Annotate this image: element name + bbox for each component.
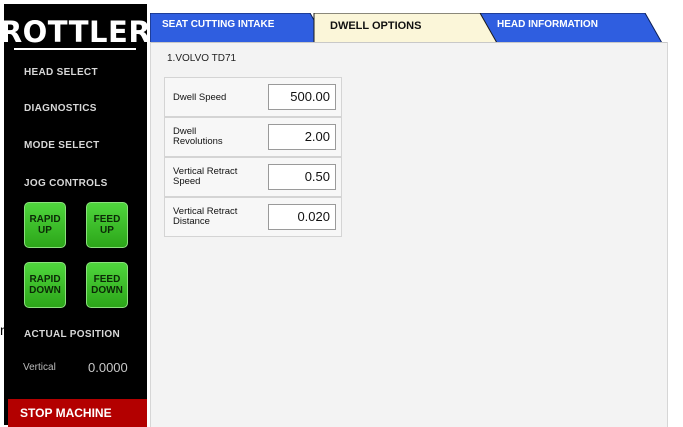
stop-machine-button[interactable]: STOP MACHINE [8, 399, 147, 427]
feed-down-label: FEED DOWN [91, 274, 123, 296]
param-label: Dwell Revolutions [173, 126, 223, 147]
rottler-logo: ROTTLER [0, 14, 151, 50]
vertical-position-value: 0.0000 [88, 360, 128, 375]
app-window: m ROTTLER HEAD SELECT DIAGNOSTICS MODE S… [0, 0, 683, 427]
feed-up-button[interactable]: FEED UP [86, 202, 128, 248]
param-label: Vertical Retract Speed [173, 166, 238, 187]
param-label: Dwell Speed [173, 92, 227, 103]
vertical-retract-speed-input[interactable]: 0.50 [268, 164, 336, 190]
rapid-up-label: RAPID UP [29, 214, 61, 236]
head-model-title: 1.VOLVO TD71 [167, 53, 237, 64]
dwell-revolutions-input[interactable]: 2.00 [268, 124, 336, 150]
param-row-vertical-retract-speed: Vertical Retract Speed 0.50 [164, 157, 342, 197]
tab-head-information[interactable]: HEAD INFORMATION [497, 19, 598, 30]
actual-position-heading: ACTUAL POSITION [24, 329, 120, 340]
vertical-retract-distance-input[interactable]: 0.020 [268, 204, 336, 230]
tab-bar: SEAT CUTTING INTAKE DWELL OPTIONS HEAD I… [150, 13, 683, 43]
param-row-dwell-speed: Dwell Speed 500.00 [164, 77, 342, 117]
head-select-button[interactable]: HEAD SELECT [24, 67, 98, 78]
tab-seat-cutting-intake[interactable]: SEAT CUTTING INTAKE [162, 19, 274, 30]
sidebar: ROTTLER HEAD SELECT DIAGNOSTICS MODE SEL… [0, 4, 151, 425]
dwell-speed-input[interactable]: 500.00 [268, 84, 336, 110]
jog-controls-heading: JOG CONTROLS [24, 178, 108, 189]
tab-dwell-options[interactable]: DWELL OPTIONS [330, 20, 421, 32]
feed-down-button[interactable]: FEED DOWN [86, 262, 128, 308]
param-row-dwell-revolutions: Dwell Revolutions 2.00 [164, 117, 342, 157]
diagnostics-button[interactable]: DIAGNOSTICS [24, 103, 97, 114]
stop-machine-label: STOP MACHINE [20, 406, 112, 420]
rapid-down-button[interactable]: RAPID DOWN [24, 262, 66, 308]
dwell-options-panel: 1.VOLVO TD71 Dwell Speed 500.00 Dwell Re… [150, 42, 667, 427]
mode-select-button[interactable]: MODE SELECT [24, 140, 100, 151]
feed-up-label: FEED UP [93, 214, 121, 236]
rapid-down-label: RAPID DOWN [29, 274, 61, 296]
rapid-up-button[interactable]: RAPID UP [24, 202, 66, 248]
logo-text: ROTTLER [0, 15, 152, 49]
logo-underline [14, 48, 136, 50]
param-row-vertical-retract-distance: Vertical Retract Distance 0.020 [164, 197, 342, 237]
right-edge-panel [667, 42, 683, 427]
vertical-position-label: Vertical [23, 362, 56, 373]
param-label: Vertical Retract Distance [173, 206, 238, 227]
